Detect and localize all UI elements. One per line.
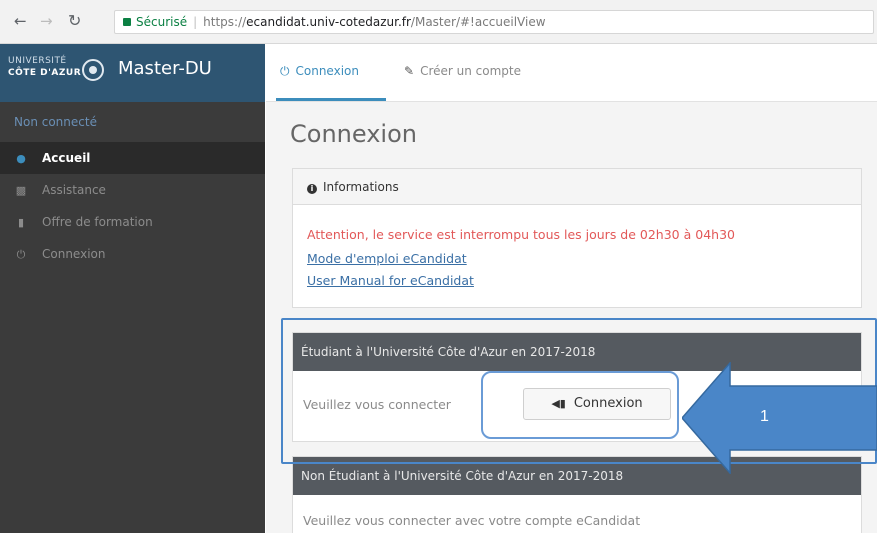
lock-icon (123, 18, 131, 26)
url-separator: | (193, 15, 198, 29)
pencil-icon: ✎ (404, 64, 415, 78)
power-icon: ⏻ (16, 248, 26, 261)
url-path: /Master/#!accueilView (410, 15, 546, 29)
support-icon: ▩ (15, 184, 27, 197)
brand-header[interactable]: UNIVERSITÉ CÔTE D'AZUR Master-DU (0, 44, 265, 102)
sidebar: UNIVERSITÉ CÔTE D'AZUR Master-DU Non con… (0, 44, 265, 533)
arrow-right-icon[interactable]: → (40, 12, 53, 30)
url-host: ecandidat.univ-cotedazur.fr (246, 15, 411, 29)
tab-connexion[interactable]: ⏻ Connexion (280, 64, 359, 79)
address-bar[interactable]: Sécurisé | https://ecandidat.univ-cotedazu… (114, 10, 874, 34)
sidebar-item-label: Offre de formation (42, 215, 153, 229)
tab-label: Créer un compte (420, 64, 521, 78)
arrow-callout-icon (682, 362, 877, 474)
bookmark-icon: ▮ (17, 216, 25, 229)
sidebar-item-accueil[interactable]: ● Accueil (0, 142, 265, 174)
browser-toolbar: ← → ↻ Sécurisé | https://ecandidat.univ-co… (0, 0, 877, 44)
app-title: Master-DU (118, 58, 212, 79)
user-guide-link-en[interactable]: User Manual for eCandidat (307, 273, 474, 288)
sidebar-item-label: Accueil (42, 151, 91, 165)
step-number: 1 (760, 408, 769, 425)
panel-header: i Informations (293, 169, 861, 205)
sidebar-item-assistance[interactable]: ▩ Assistance (0, 174, 265, 206)
reload-icon[interactable]: ↻ (68, 12, 81, 30)
sidebar-item-offre-de-formation[interactable]: ▮ Offre de formation (0, 206, 265, 238)
power-icon: ⏻ (280, 64, 290, 78)
informations-panel: i Informations Attention, le service est … (292, 168, 862, 308)
service-warning: Attention, le service est interrompu tou… (307, 227, 735, 242)
info-icon: i (307, 184, 317, 194)
university-logo-icon (82, 59, 104, 81)
active-tab-indicator (276, 98, 386, 101)
home-icon: ● (16, 152, 26, 165)
secure-label: Sécurisé (136, 15, 188, 29)
connection-status: Non connecté (14, 115, 97, 129)
arrow-left-icon[interactable]: ← (14, 12, 27, 30)
sidebar-item-label: Assistance (42, 183, 106, 197)
user-guide-link-fr[interactable]: Mode d'emploi eCandidat (307, 251, 467, 266)
tab-creer-un-compte[interactable]: ✎ Créer un compte (404, 64, 521, 78)
sidebar-item-connexion[interactable]: ⏻ Connexion (0, 238, 265, 270)
login-prompt: Veuillez vous connecter avec votre compt… (303, 513, 641, 528)
logo-line2: CÔTE D'AZUR (8, 68, 82, 78)
logo-line1: UNIVERSITÉ (8, 56, 67, 66)
page-title: Connexion (290, 120, 417, 148)
button-highlight (481, 371, 679, 439)
sidebar-item-label: Connexion (42, 247, 106, 261)
tab-label: Connexion (295, 64, 360, 78)
url-protocol: https:// (203, 15, 247, 29)
panel-title: Informations (323, 180, 399, 194)
tab-bar: ⏻ Connexion ✎ Créer un compte (266, 44, 877, 102)
